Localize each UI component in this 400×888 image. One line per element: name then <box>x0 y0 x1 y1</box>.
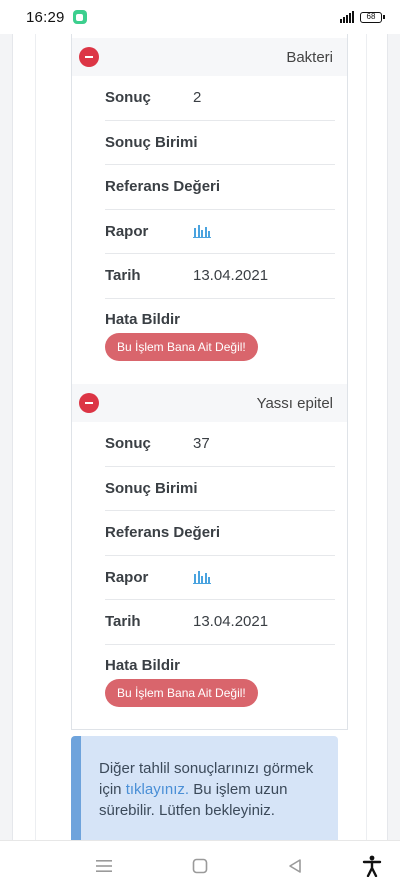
row-referans-degeri: Referans Değeri <box>105 511 335 556</box>
status-bar: 16:29 68 <box>0 0 400 34</box>
not-mine-button[interactable]: Bu İşlem Bana Ait Değil! <box>105 678 258 707</box>
row-value: 13.04.2021 <box>193 267 269 285</box>
error-report-label: Hata Bildir <box>105 656 181 674</box>
menu-icon[interactable] <box>93 855 115 877</box>
row-label: Sonuç <box>105 89 151 107</box>
row-label: Tarih <box>105 267 141 285</box>
report-chart-icon[interactable] <box>193 570 211 585</box>
row-sonuc: Sonuç 2 <box>105 76 335 121</box>
battery-icon: 68 <box>360 11 385 23</box>
row-label: Referans Değeri <box>105 524 221 542</box>
home-icon[interactable] <box>189 855 211 877</box>
row-tarih: Tarih 13.04.2021 <box>105 254 335 299</box>
error-report: Hata Bildir Bu İşlem Bana Ait Değil! <box>105 645 347 707</box>
row-rapor: Rapor <box>105 556 335 600</box>
row-value: 37 <box>193 435 210 453</box>
row-label: Tarih <box>105 613 141 631</box>
row-label: Sonuç <box>105 435 151 453</box>
page: Bakteri Sonuç 2 Sonuç Birimi Referans De… <box>12 34 388 840</box>
not-mine-button[interactable]: Bu İşlem Bana Ait Değil! <box>105 332 258 361</box>
row-sonuc-birimi: Sonuç Birimi <box>105 121 335 165</box>
row-referans-degeri: Referans Değeri <box>105 165 335 210</box>
row-label: Sonuç Birimi <box>105 133 198 151</box>
report-chart-icon[interactable] <box>193 224 211 239</box>
row-label: Sonuç Birimi <box>105 479 198 497</box>
row-sonuc-birimi: Sonuç Birimi <box>105 467 335 511</box>
row-tarih: Tarih 13.04.2021 <box>105 600 335 645</box>
info-alert: Diğer tahlil sonuçlarınızı görmek için t… <box>71 736 338 840</box>
system-navigation-bar <box>0 840 400 888</box>
accessibility-icon[interactable] <box>361 855 383 877</box>
section-header[interactable]: Bakteri <box>72 38 347 76</box>
row-label: Rapor <box>105 568 149 586</box>
section-header[interactable]: Yassı epitel <box>72 384 347 422</box>
error-report-label: Hata Bildir <box>105 310 181 328</box>
other-results-link[interactable]: tıklayınız. <box>126 781 189 798</box>
row-value: 2 <box>193 89 202 107</box>
result-section-yassi-epitel: Yassı epitel Sonuç 37 Sonuç Birimi Refer… <box>72 384 347 707</box>
collapse-icon[interactable] <box>79 47 99 67</box>
row-value: 13.04.2021 <box>193 613 269 631</box>
status-time: 16:29 <box>26 8 65 26</box>
signal-icon <box>340 11 354 23</box>
notification-app-icon <box>72 10 87 24</box>
error-report: Hata Bildir Bu İşlem Bana Ait Değil! <box>105 299 347 361</box>
back-icon[interactable] <box>284 855 306 877</box>
row-sonuc: Sonuç 37 <box>105 422 335 467</box>
section-title: Yassı epitel <box>256 394 333 412</box>
section-title: Bakteri <box>286 48 333 66</box>
status-icons: 68 <box>340 11 385 23</box>
result-section-bakteri: Bakteri Sonuç 2 Sonuç Birimi Referans De… <box>72 38 347 361</box>
results-card: Bakteri Sonuç 2 Sonuç Birimi Referans De… <box>71 34 348 730</box>
row-label: Referans Değeri <box>105 178 221 196</box>
row-label: Rapor <box>105 222 149 240</box>
row-rapor: Rapor <box>105 210 335 254</box>
collapse-icon[interactable] <box>79 393 99 413</box>
content-column: Bakteri Sonuç 2 Sonuç Birimi Referans De… <box>35 34 367 840</box>
